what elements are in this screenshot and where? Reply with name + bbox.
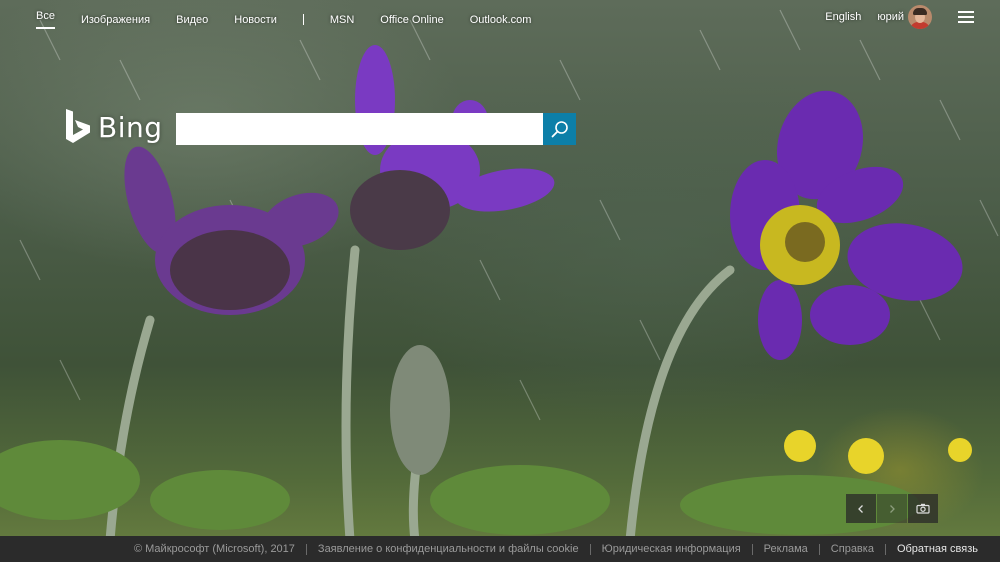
hamburger-menu-icon[interactable] xyxy=(958,11,974,23)
logo-text: Bing xyxy=(98,110,163,144)
nav-video[interactable]: Видео xyxy=(176,14,208,26)
image-info-button[interactable] xyxy=(908,494,938,523)
nav-news[interactable]: Новости xyxy=(234,14,277,26)
nav-outlook[interactable]: Outlook.com xyxy=(470,14,532,26)
footer: © Майкрософт (Microsoft), 2017 Заявление… xyxy=(0,536,1000,562)
camera-icon xyxy=(916,503,930,514)
image-controls xyxy=(846,494,939,523)
search-box xyxy=(176,113,576,145)
scope-bar: Все Изображения Видео Новости MSN Office… xyxy=(36,10,557,29)
copyright-text: © Майкрософт (Microsoft), 2017 xyxy=(133,543,295,555)
avatar[interactable] xyxy=(908,5,932,29)
feedback-link[interactable]: Обратная связь xyxy=(897,543,978,555)
user-name[interactable]: юрий xyxy=(877,11,904,23)
header-right: English юрий xyxy=(825,5,974,29)
chevron-right-icon xyxy=(890,504,895,513)
previous-image-button[interactable] xyxy=(846,494,876,523)
language-link[interactable]: English xyxy=(825,11,861,23)
next-image-button[interactable] xyxy=(877,494,907,523)
help-link[interactable]: Справка xyxy=(831,543,874,555)
legal-link[interactable]: Юридическая информация xyxy=(602,543,741,555)
footer-divider xyxy=(818,543,820,555)
bing-logo[interactable]: Bing xyxy=(64,108,163,146)
footer-divider xyxy=(305,543,307,555)
nav-office-online[interactable]: Office Online xyxy=(380,14,443,26)
search-icon xyxy=(551,121,568,138)
chevron-left-icon xyxy=(858,504,863,513)
privacy-link[interactable]: Заявление о конфиденциальности и файлы c… xyxy=(318,543,579,555)
footer-divider xyxy=(751,543,753,555)
search-button[interactable] xyxy=(543,113,576,145)
nav-msn[interactable]: MSN xyxy=(330,14,354,26)
nav-divider xyxy=(302,14,304,25)
bing-b-icon xyxy=(66,109,90,143)
footer-divider xyxy=(589,543,591,555)
footer-divider xyxy=(884,543,886,555)
advertising-link[interactable]: Реклама xyxy=(764,543,808,555)
top-navigation: Все Изображения Видео Новости MSN Office… xyxy=(0,0,1000,34)
search-input[interactable] xyxy=(176,113,543,145)
nav-images[interactable]: Изображения xyxy=(81,14,150,26)
nav-all[interactable]: Все xyxy=(36,10,55,29)
background-image xyxy=(0,0,1000,562)
